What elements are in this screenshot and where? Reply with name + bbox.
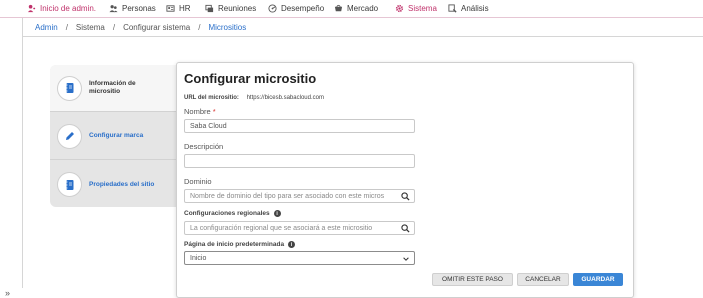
regional-label: Configuraciones regionales i: [184, 210, 281, 217]
breadcrumb-admin-link[interactable]: Admin: [35, 23, 58, 32]
nav-label: HR: [179, 4, 191, 13]
pagina-label-text: Página de inicio predeterminada: [184, 241, 285, 249]
meetings-icon: [205, 4, 214, 13]
breadcrumb-configure-system: Configurar sistema: [123, 23, 191, 32]
tab-label: Configurar marca: [89, 132, 144, 139]
nav-label: Sistema: [408, 4, 437, 13]
breadcrumb-system: Sistema: [75, 23, 105, 32]
gear-icon: [395, 4, 404, 13]
nav-analytics[interactable]: Análisis: [448, 0, 489, 17]
pencil-icon: [65, 132, 74, 140]
url-value: https://bicesb.sabacloud.com: [246, 95, 324, 101]
microsite-url-row: URL del micrositio: https://bicesb.sabac…: [184, 95, 324, 101]
pagina-selected-value: Inicio: [190, 254, 207, 262]
breadcrumb-separator: /: [198, 23, 201, 32]
top-navigation: Inicio de admin. Personas HR Reuniones D…: [0, 0, 703, 17]
nav-system[interactable]: Sistema: [395, 0, 437, 17]
info-icon[interactable]: i: [273, 210, 281, 217]
nav-marketplace[interactable]: Mercado: [334, 0, 378, 17]
nombre-field[interactable]: Saba Cloud: [184, 119, 415, 133]
breadcrumb-separator: /: [65, 23, 68, 32]
nav-label: Desempeño: [281, 4, 325, 13]
cancel-button[interactable]: CANCELAR: [517, 273, 569, 286]
skip-step-button[interactable]: OMITIR ESTE PASO: [432, 273, 513, 286]
regional-placeholder: La configuración regional que se asociar…: [190, 224, 373, 232]
nav-label: Mercado: [347, 4, 379, 13]
tab-label: Propiedades del sitio: [89, 180, 155, 188]
url-label: URL del micrositio:: [184, 95, 239, 101]
nav-label: Inicio de admin.: [40, 4, 97, 13]
regional-label-text: Configuraciones regionales: [184, 210, 270, 218]
step-badge: [57, 123, 82, 149]
pagina-label: Página de inicio predeterminada i: [184, 241, 296, 249]
search-icon[interactable]: [401, 224, 410, 233]
nav-admin-home[interactable]: Inicio de admin.: [27, 0, 96, 17]
notebook-icon: [65, 83, 73, 93]
chevron-down-icon: [403, 257, 409, 261]
nombre-value: Saba Cloud: [190, 122, 227, 130]
descripcion-field[interactable]: [184, 154, 415, 168]
info-icon[interactable]: i: [288, 241, 296, 248]
descripcion-label: Descripción: [184, 142, 224, 151]
hr-icon: [166, 4, 175, 13]
breadcrumb-separator: /: [112, 23, 116, 32]
left-guide-line: [22, 18, 23, 288]
people-icon: [109, 4, 118, 13]
tab-configure-brand[interactable]: Configurar marca: [50, 113, 178, 160]
dominio-label: Dominio: [184, 177, 212, 186]
pagina-select[interactable]: Inicio: [184, 251, 415, 265]
sidebar-expand-toggle[interactable]: »: [5, 288, 10, 298]
nav-people[interactable]: Personas: [109, 0, 156, 17]
tab-label: Información de micrositio: [89, 80, 136, 95]
performance-icon: [268, 4, 277, 13]
nav-meetings[interactable]: Reuniones: [205, 0, 256, 17]
nav-hr[interactable]: HR: [166, 0, 191, 17]
breadcrumb-divider: [22, 36, 703, 37]
nav-performance[interactable]: Desempeño: [268, 0, 324, 17]
nav-label: Personas: [122, 4, 156, 13]
analytics-icon: [448, 4, 457, 13]
required-marker: *: [212, 107, 216, 116]
nav-label: Análisis: [461, 4, 489, 13]
marketplace-icon: [334, 4, 343, 13]
notebook-icon: [65, 179, 73, 190]
wizard-steps: Información de micrositio Configurar mar…: [50, 65, 178, 207]
admin-home-icon: [27, 4, 36, 13]
step-badge: [57, 172, 82, 197]
tab-site-properties[interactable]: Propiedades del sitio: [50, 161, 178, 208]
save-button[interactable]: GUARDAR: [573, 273, 623, 286]
search-icon[interactable]: [401, 192, 410, 201]
nav-label: Reuniones: [218, 4, 257, 13]
dominio-field[interactable]: Nombre de dominio del tipo para ser asoc…: [184, 189, 415, 203]
page-title: Configurar micrositio: [184, 71, 317, 86]
nombre-label: Nombre *: [184, 107, 216, 116]
step-badge: [57, 75, 82, 101]
nav-divider: [0, 17, 703, 18]
regional-field[interactable]: La configuración regional que se asociar…: [184, 221, 415, 235]
tab-microsite-info[interactable]: Información de micrositio: [50, 65, 178, 112]
breadcrumb: Admin / Sistema / Configurar sistema / M…: [35, 23, 246, 32]
breadcrumb-microsites-link[interactable]: Micrositios: [208, 23, 246, 32]
nombre-label-text: Nombre: [184, 107, 211, 116]
dominio-placeholder: Nombre de dominio del tipo para ser asoc…: [190, 192, 385, 200]
